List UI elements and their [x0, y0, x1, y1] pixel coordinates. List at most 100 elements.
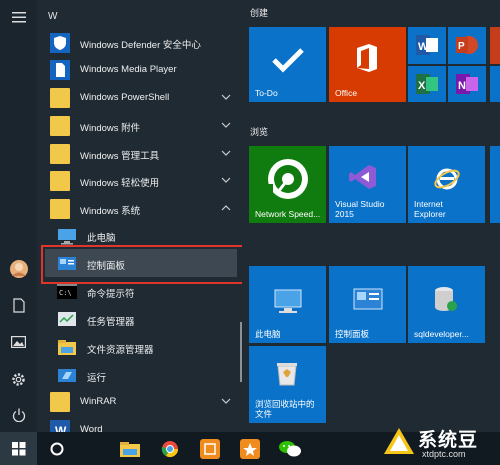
- documents-button[interactable]: [0, 290, 37, 320]
- list-item-accessories[interactable]: Windows 附件: [37, 113, 242, 139]
- tile-office[interactable]: Office: [329, 27, 406, 102]
- tile-recycle-bin[interactable]: 浏览回收站中的 文件: [249, 346, 326, 423]
- list-item-label: Windows Defender 安全中心: [80, 40, 201, 51]
- start-button[interactable]: [0, 432, 37, 465]
- tiles-panel: 创建 To-Do Office W P X N 浏览 Network Speed…: [242, 0, 500, 432]
- list-item-label: Windows 附件: [80, 123, 141, 134]
- list-item-media-player[interactable]: Windows Media Player: [37, 57, 242, 83]
- start-rail: [0, 0, 37, 432]
- tile-label: Office: [335, 88, 358, 98]
- svg-text:P: P: [458, 41, 465, 52]
- tile-label: Internet Explorer: [414, 199, 446, 219]
- list-item-label: Windows 管理工具: [80, 151, 160, 162]
- taskbar-chrome-like[interactable]: [150, 432, 190, 465]
- tile-label: 浏览回收站中的 文件: [255, 399, 315, 419]
- tile-word[interactable]: W: [408, 27, 446, 64]
- speedometer-icon: [263, 159, 308, 202]
- group-header-browse[interactable]: 浏览: [250, 125, 268, 138]
- pictures-button[interactable]: [0, 327, 37, 357]
- list-item-label: Windows PowerShell: [80, 92, 170, 103]
- orange-star-icon: [240, 438, 260, 459]
- tile-sqldeveloper[interactable]: sqldeveloper...: [408, 266, 485, 343]
- taskbar-app-orange-2[interactable]: [230, 432, 270, 465]
- watermark-title: 系统豆: [418, 430, 479, 451]
- folder-icon: [50, 88, 70, 108]
- watermark-url: xtdptc.com: [422, 449, 466, 459]
- media-player-icon: [50, 60, 70, 80]
- windows-logo-icon: [11, 441, 25, 455]
- visual-studio-icon: [349, 165, 376, 189]
- app-list: W Windows Defender 安全中心 Windows Media Pl…: [37, 0, 242, 432]
- group-header-create[interactable]: 创建: [250, 6, 268, 19]
- wechat-icon: [279, 440, 301, 456]
- list-item-defender[interactable]: Windows Defender 安全中心: [37, 30, 242, 56]
- computer-icon: [58, 229, 76, 245]
- powerpoint-icon: P: [456, 36, 478, 54]
- chevron-down-icon: [221, 122, 231, 128]
- defender-shield-icon: [50, 33, 70, 53]
- folder-icon: [50, 116, 70, 136]
- hamburger-icon: [11, 12, 26, 23]
- tile-partial-3[interactable]: [490, 146, 500, 223]
- list-item-label: 此电脑: [87, 233, 116, 244]
- list-item-admin-tools[interactable]: Windows 管理工具: [37, 141, 242, 167]
- database-icon: [435, 287, 457, 311]
- onenote-icon: N: [456, 74, 478, 94]
- chevron-down-icon: [221, 94, 231, 100]
- watermark: 系统豆 xtdptc.com: [382, 422, 500, 465]
- control-panel-icon: [353, 288, 383, 310]
- tile-partial-2[interactable]: [490, 66, 500, 102]
- cortana-button[interactable]: [37, 432, 77, 465]
- settings-button[interactable]: [0, 364, 37, 394]
- document-icon: [12, 297, 25, 313]
- list-item-ease-of-access[interactable]: Windows 轻松使用: [37, 168, 242, 194]
- tile-excel[interactable]: X: [408, 66, 446, 102]
- checkmark-icon: [272, 48, 304, 73]
- highlight-box: [41, 245, 244, 284]
- list-item-label: Windows 轻松使用: [80, 178, 160, 189]
- tile-todo[interactable]: To-Do: [249, 27, 326, 102]
- tile-label: To-Do: [255, 88, 278, 98]
- svg-text:N: N: [458, 80, 466, 92]
- orange-app-icon: [200, 438, 220, 459]
- pictures-icon: [11, 336, 26, 348]
- cortana-circle-icon: [50, 442, 64, 455]
- tile-network-speed[interactable]: Network Speed...: [249, 146, 326, 223]
- colorful-browser-icon: [161, 440, 179, 457]
- folder-icon: [50, 171, 70, 191]
- chevron-down-icon: [221, 150, 231, 156]
- tile-control-panel[interactable]: 控制面板: [329, 266, 406, 343]
- taskbar-file-explorer[interactable]: [110, 432, 150, 465]
- internet-explorer-icon: [434, 168, 460, 190]
- list-item-label: Windows Media Player: [80, 64, 177, 75]
- tile-label: 此电脑: [255, 329, 281, 339]
- word-icon: W: [416, 35, 438, 55]
- user-account-button[interactable]: [0, 254, 37, 284]
- list-item-label: Windows 系统: [80, 206, 141, 217]
- tile-onenote[interactable]: N: [448, 66, 486, 102]
- power-icon: [12, 408, 25, 422]
- expand-menu-button[interactable]: [0, 2, 37, 32]
- tile-label: Network Speed...: [255, 209, 321, 219]
- taskbar-app-orange-1[interactable]: [190, 432, 230, 465]
- svg-text:W: W: [418, 41, 429, 53]
- tile-powerpoint[interactable]: P: [448, 27, 486, 64]
- watermark-logo-icon: [384, 428, 414, 454]
- list-item-windows-system[interactable]: Windows 系统: [37, 196, 242, 222]
- computer-icon: [274, 289, 302, 313]
- taskbar-wechat[interactable]: [270, 432, 310, 465]
- tile-internet-explorer[interactable]: Internet Explorer: [408, 146, 485, 223]
- tile-label: Visual Studio 2015: [335, 199, 385, 219]
- section-letter[interactable]: W: [48, 11, 57, 22]
- chevron-down-icon: [221, 177, 231, 183]
- tile-this-pc[interactable]: 此电脑: [249, 266, 326, 343]
- tile-visual-studio[interactable]: Visual Studio 2015: [329, 146, 406, 223]
- power-button[interactable]: [0, 400, 37, 430]
- gear-icon: [12, 372, 25, 386]
- svg-text:X: X: [418, 80, 426, 92]
- tile-partial-1[interactable]: [490, 27, 500, 64]
- excel-icon: X: [416, 74, 438, 94]
- folder-icon: [50, 144, 70, 164]
- avatar-icon: [9, 260, 28, 278]
- list-item-powershell[interactable]: Windows PowerShell: [37, 85, 242, 111]
